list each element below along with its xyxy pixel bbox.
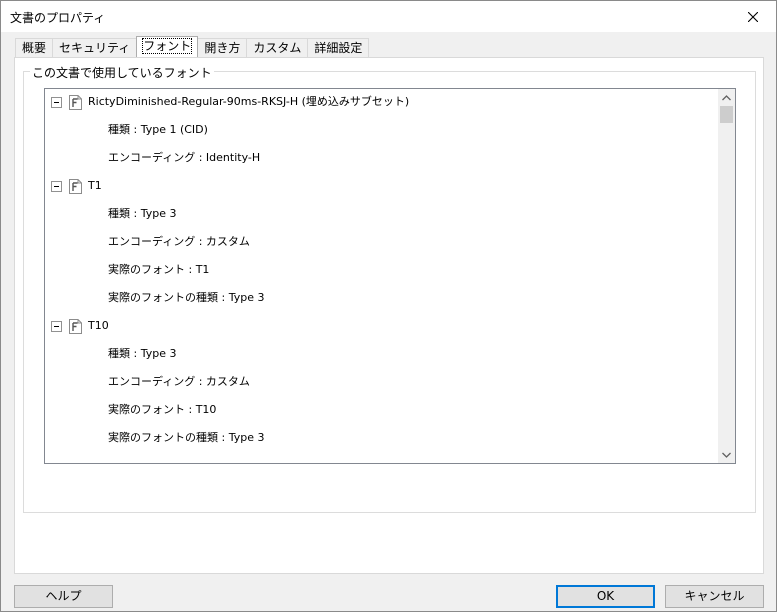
scroll-down-button[interactable]	[718, 446, 735, 463]
font-tree-item[interactable]: T1	[51, 176, 102, 196]
font-property: 実際のフォントの種類 : Type 3	[108, 291, 265, 304]
font-property: 種類 : Type 1 (CID)	[108, 123, 208, 136]
font-file-icon	[69, 318, 82, 334]
font-property: エンコーディング : Identity-H	[108, 151, 261, 164]
font-property: 実際のフォント : T1	[108, 263, 210, 276]
collapse-icon[interactable]	[51, 96, 62, 108]
font-property: エンコーディング : カスタム	[108, 375, 250, 388]
groupbox-label: この文書で使用しているフォント	[30, 64, 214, 81]
fonts-groupbox: この文書で使用しているフォント RictyDiminished-Regular-…	[23, 64, 756, 513]
help-button[interactable]: ヘルプ	[14, 585, 113, 608]
font-list[interactable]: RictyDiminished-Regular-90ms-RKSJ-H (埋め込…	[44, 88, 736, 464]
scroll-thumb[interactable]	[720, 106, 733, 123]
fonts-tab-panel: この文書で使用しているフォント RictyDiminished-Regular-…	[14, 57, 764, 574]
tab-fonts[interactable]: フォント	[136, 36, 199, 57]
font-name: RictyDiminished-Regular-90ms-RKSJ-H (埋め込…	[88, 95, 410, 108]
tab-initial-view[interactable]: 開き方	[197, 38, 248, 57]
tab-label: 概要	[22, 41, 47, 55]
font-property: 実際のフォントの種類 : Type 3	[108, 431, 265, 444]
font-name: T1	[88, 179, 102, 192]
chevron-up-icon	[722, 94, 731, 100]
chevron-down-icon	[722, 452, 731, 458]
title-bar: 文書のプロパティ	[1, 1, 776, 32]
tab-advanced[interactable]: 詳細設定	[307, 38, 370, 57]
font-name: T10	[88, 319, 109, 332]
tab-label: フォント	[142, 38, 193, 54]
font-property: 実際のフォント : T10	[108, 403, 217, 416]
font-property: 種類 : Type 3	[108, 207, 177, 220]
close-button[interactable]	[730, 1, 776, 32]
tab-label: セキュリティ	[59, 41, 131, 55]
font-file-icon	[69, 94, 82, 110]
tab-strip: 概要 セキュリティ フォント 開き方 カスタム 詳細設定	[15, 36, 370, 57]
font-tree-item[interactable]: T10	[51, 316, 109, 336]
close-icon	[748, 11, 758, 22]
tab-custom[interactable]: カスタム	[246, 38, 309, 57]
collapse-icon[interactable]	[51, 180, 62, 192]
document-properties-dialog: 文書のプロパティ 概要 セキュリティ フォント 開き方 カスタム 詳細設定 この…	[0, 0, 777, 612]
tab-label: 詳細設定	[314, 41, 363, 55]
tab-summary[interactable]: 概要	[15, 38, 54, 57]
cancel-button[interactable]: キャンセル	[665, 585, 764, 608]
collapse-icon[interactable]	[51, 320, 62, 332]
ok-button[interactable]: OK	[556, 585, 655, 608]
window-title: 文書のプロパティ	[10, 11, 106, 25]
tab-label: カスタム	[253, 41, 302, 55]
tab-label: 開き方	[204, 41, 241, 55]
vertical-scrollbar[interactable]	[718, 89, 735, 463]
font-property: 種類 : Type 3	[108, 347, 177, 360]
tab-security[interactable]: セキュリティ	[52, 38, 138, 57]
font-file-icon	[69, 178, 82, 194]
scroll-up-button[interactable]	[718, 89, 735, 106]
font-property: エンコーディング : カスタム	[108, 235, 250, 248]
font-tree-item[interactable]: RictyDiminished-Regular-90ms-RKSJ-H (埋め込…	[51, 92, 409, 112]
